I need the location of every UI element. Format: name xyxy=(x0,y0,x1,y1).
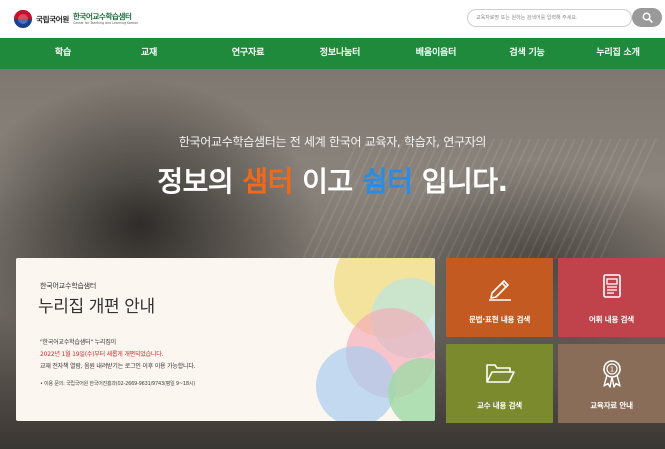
org-name: 국립국어원 xyxy=(36,14,69,24)
top-header: 국립국어원 한국어교수학습샘터 Center for Teaching and … xyxy=(0,0,665,38)
tile-label: 교육자료 안내 xyxy=(590,401,633,410)
tile-label: 문법·표현 내용 검색 xyxy=(468,315,531,324)
hero-headline-part: 입니다. xyxy=(412,165,508,198)
hero-highlight-swimteo: 쉼터 xyxy=(361,165,413,198)
tile-teaching-search[interactable]: 교수 내용 검색 xyxy=(446,344,553,423)
tile-grammar-search[interactable]: 문법·표현 내용 검색 xyxy=(446,258,553,337)
tile-label: 어휘 내용 검색 xyxy=(588,315,635,324)
notice-text: "한국어교수학습샘터" 누리집이 xyxy=(40,339,116,346)
notice-title: 누리집 개편 안내 xyxy=(38,297,155,317)
nav-item-learning-link[interactable]: 배움이음터 xyxy=(393,38,479,69)
decor-circle xyxy=(316,346,396,421)
notice-text: 교재 전자책 열람, 음원 내려받기는 로그인 이후 이용 가능합니다. xyxy=(40,363,196,370)
tile-material-guide[interactable]: 1 교육자료 안내 xyxy=(558,344,665,423)
award-icon: 1 xyxy=(602,360,621,388)
nav-item-learning[interactable]: 학습 xyxy=(26,38,100,69)
hero-subtitle: 한국어교수학습샘터는 전 세계 한국어 교육자, 학습자, 연구자의 xyxy=(178,135,487,149)
svg-text:1: 1 xyxy=(609,366,613,374)
tile-label: 교수 내용 검색 xyxy=(476,401,523,410)
center-name: 한국어교수학습샘터 xyxy=(73,12,132,22)
nav-item-search-function[interactable]: 검색 기능 xyxy=(486,38,568,69)
center-name-en: Center for Teaching and Learning Korean xyxy=(73,20,139,25)
nav-item-about[interactable]: 누리집 소개 xyxy=(575,38,661,69)
search-box xyxy=(467,9,632,27)
center-name-block: 한국어교수학습샘터 Center for Teaching and Learni… xyxy=(73,13,138,25)
hero-headline-part: 정보의 xyxy=(157,165,243,198)
hero-headline: 정보의 샘터 이고 쉼터 입니다. xyxy=(0,160,665,200)
nav-item-textbook[interactable]: 교재 xyxy=(112,38,186,69)
nav-item-info-sharing[interactable]: 정보나눔터 xyxy=(297,38,383,69)
main-nav: 학습 교재 연구자료 정보나눔터 배움이음터 검색 기능 누리집 소개 xyxy=(0,38,665,69)
document-icon xyxy=(602,274,621,298)
notice-subtitle: 한국어교수학습샘터 xyxy=(40,282,97,290)
pencil-icon xyxy=(488,280,511,301)
taegeuk-logo-icon xyxy=(14,10,32,28)
notice-card[interactable]: 한국어교수학습샘터 누리집 개편 안내 "한국어교수학습샘터" 누리집이 202… xyxy=(16,258,435,421)
notice-date-text: 2022년 1월 19일(수)부터 새롭게 개편되었습니다. xyxy=(40,351,164,358)
search-button[interactable] xyxy=(632,8,662,27)
tile-vocabulary-search[interactable]: 어휘 내용 검색 xyxy=(558,258,665,337)
hero-highlight-saemteo: 샘터 xyxy=(242,165,293,198)
hero-headline-part: 이고 xyxy=(292,165,362,198)
search-icon xyxy=(642,12,653,23)
nav-item-research[interactable]: 연구자료 xyxy=(208,38,288,69)
search-input[interactable] xyxy=(476,12,598,24)
folder-icon xyxy=(485,364,515,383)
notice-contact: • 이용 문의: 국립국어원 한국어진흥과(02-2669-9631/9743(… xyxy=(40,381,195,387)
site-logo[interactable]: 국립국어원 한국어교수학습샘터 Center for Teaching and … xyxy=(14,9,138,29)
